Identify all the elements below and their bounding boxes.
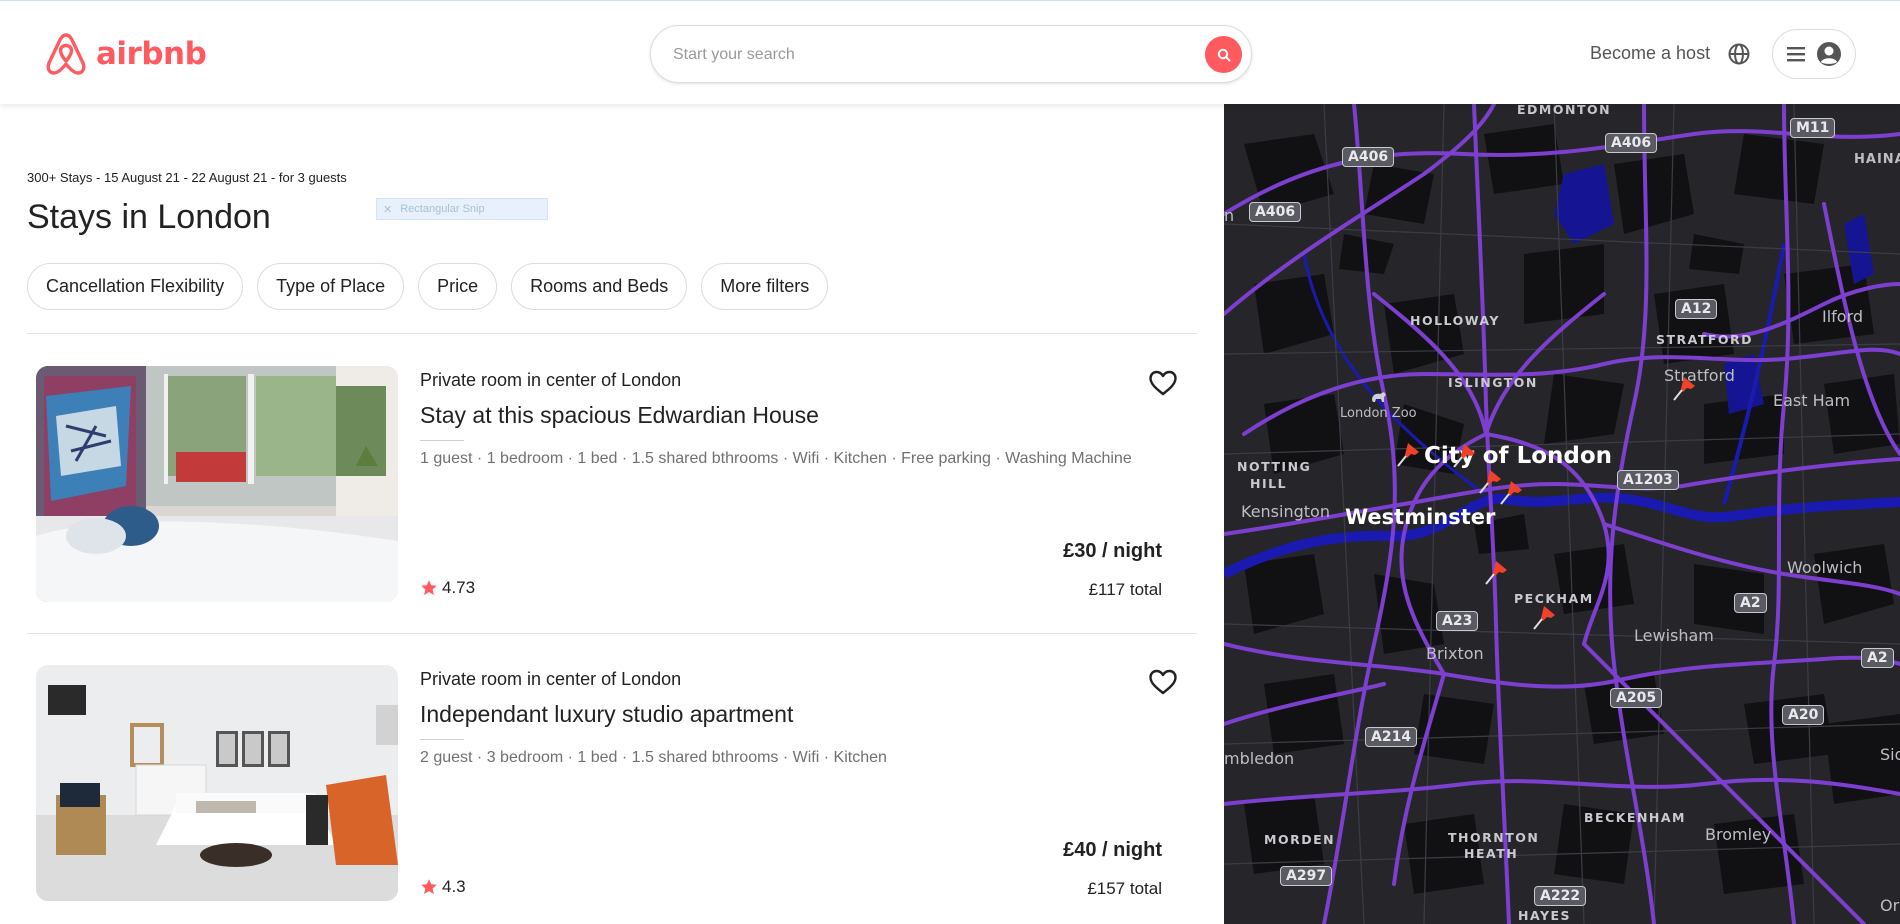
map-label-lewisham: Lewisham [1634,626,1714,645]
map-pin-icon[interactable] [1497,478,1527,508]
snip-close-icon: ✕ [383,203,393,216]
map-label-orpington: Or [1880,896,1900,915]
filter-type-of-place[interactable]: Type of Place [257,263,405,310]
road-badge: A406 [1605,133,1658,153]
map-label-westminster: Westminster [1345,505,1496,529]
map-label-thornton: THORNTON [1448,830,1540,845]
map-label-morden: MORDEN [1264,832,1336,847]
results-summary: 300+ Stays - 15 August 21 - 22 August 21… [27,170,347,185]
map-label-kensington: Kensington [1241,502,1330,521]
listing-rating: 4.3 [420,877,466,897]
divider [27,333,1197,334]
listing-rating: 4.73 [420,578,475,598]
map-pin-icon[interactable] [1670,374,1700,404]
listing-total: £157 total [1087,879,1162,898]
listing-title[interactable]: Independant luxury studio apartment [420,701,793,728]
map-label-notting: NOTTING [1237,459,1312,474]
map-label-bromley: Bromley [1705,825,1772,844]
road-badge: A222 [1534,886,1587,906]
search-bar[interactable] [650,25,1252,83]
rating-value: 4.3 [442,877,466,896]
map-label-edge: n [1224,206,1235,225]
heart-icon[interactable] [1146,665,1180,699]
star-icon [421,580,437,595]
listing-card[interactable]: Private room in center of London Stay at… [36,366,1180,602]
map-label-london-zoo: London Zoo [1340,406,1417,421]
filter-rooms-and-beds[interactable]: Rooms and Beds [511,263,688,310]
rating-value: 4.73 [442,578,476,597]
divider [27,633,1197,634]
road-badge: A297 [1280,866,1333,886]
search-icon [1217,48,1230,61]
listing-price: £40 / night [1063,839,1162,861]
map-label-hill: HILL [1250,476,1288,491]
listing-amenities: 1 guest · 1 bedroom · 1 bed · 1.5 shared… [420,450,1132,467]
map-pin-icon[interactable] [1394,440,1424,470]
listing-photo[interactable] [36,665,398,901]
map-label-heath: HEATH [1464,846,1519,861]
airbnb-wordmark: airbnb [96,36,207,72]
listing-photo-image [36,366,398,602]
listing-title-rule [420,739,464,740]
map-label-beckenham: BECKENHAM [1584,810,1687,825]
listing-amenities: 2 guest · 3 bedroom · 1 bed · 1.5 shared… [420,749,887,766]
road-badge: A205 [1610,688,1663,708]
airbnb-logo-icon [46,33,86,75]
map-pin-icon[interactable] [1482,558,1512,588]
road-badge: A406 [1342,147,1395,167]
road-badge: A2 [1861,648,1894,668]
road-badge: M11 [1790,118,1836,138]
road-badge: A2 [1734,593,1767,613]
map-label-edmonton: EDMONTON [1517,104,1612,117]
map-label-brixton: Brixton [1426,644,1484,663]
map-label-ilford: Ilford [1822,307,1864,326]
listing-photo-image [36,665,398,901]
become-host-link[interactable]: Become a host [1590,43,1710,64]
map-pin-icon[interactable] [1530,603,1560,633]
globe-icon[interactable] [1727,42,1751,66]
zoo-icon [1372,392,1386,402]
top-header: airbnb Become a host [0,0,1900,104]
map-label-islington: ISLINGTON [1448,375,1538,390]
map-label-holloway: HOLLOWAY [1410,313,1500,328]
road-badge: A1203 [1617,470,1679,490]
road-badge: A214 [1365,727,1418,747]
snip-label: Rectangular Snip [400,203,485,215]
listing-card[interactable]: Private room in center of London Indepen… [36,665,1180,901]
map-label-sidcup: Sid [1880,745,1900,764]
filter-price[interactable]: Price [418,263,498,310]
search-button[interactable] [1205,36,1242,73]
road-badge: A20 [1782,705,1825,725]
road-badge: A406 [1249,202,1302,222]
listing-photo[interactable] [36,366,398,602]
listing-type: Private room in center of London [420,669,682,689]
map-label-wimbledon: mbledon [1224,749,1295,768]
airbnb-logo[interactable]: airbnb [44,31,207,77]
map-label-woolwich: Woolwich [1787,558,1863,577]
listing-title[interactable]: Stay at this spacious Edwardian House [420,402,819,429]
filter-more-filters[interactable]: More filters [701,263,829,310]
map-label-east-ham: East Ham [1773,391,1851,410]
filter-cancellation-flexibility[interactable]: Cancellation Flexibility [27,263,244,310]
road-badge: A23 [1436,611,1479,631]
listing-price: £30 / night [1063,540,1162,562]
map-panel[interactable]: EDMONTON HOLLOWAY ISLINGTON STRATFORD NO… [1224,104,1900,924]
hamburger-icon [1787,47,1805,62]
listing-type: Private room in center of London [420,370,682,390]
user-menu-button[interactable] [1772,29,1856,79]
page-title: Stays in London [27,198,271,236]
road-badge: A12 [1675,299,1718,319]
star-icon [421,879,437,894]
listing-title-rule [420,440,464,441]
heart-icon[interactable] [1146,366,1180,400]
user-avatar-icon [1817,42,1841,66]
map-label-hayes: HAYES [1518,908,1572,923]
map-label-stratford-area: STRATFORD [1656,332,1754,347]
search-input[interactable] [673,40,1173,70]
rectangular-snip-overlay: ✕ Rectangular Snip [376,198,548,220]
map-label-hainault: HAINAU [1854,152,1900,167]
listing-total: £117 total [1088,580,1162,599]
filter-bar: Cancellation Flexibility Type of Place P… [27,263,829,310]
